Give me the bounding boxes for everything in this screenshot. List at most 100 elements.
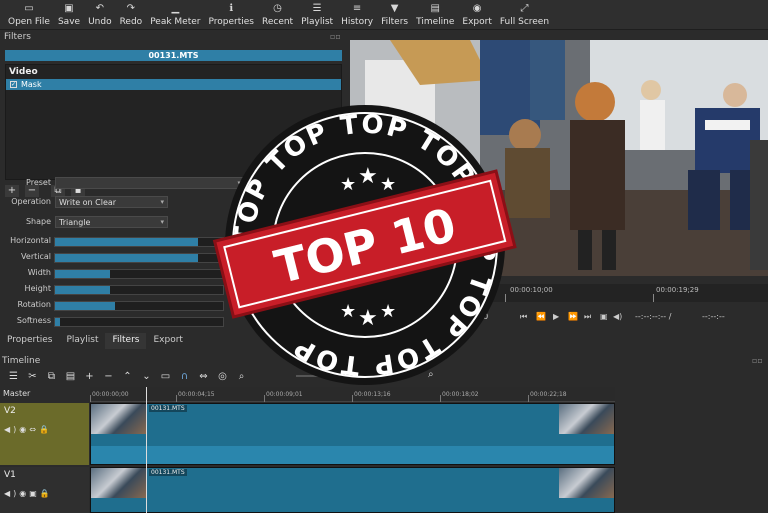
overwrite-icon[interactable]: ⌄: [137, 371, 156, 382]
save-icon: ▣: [64, 3, 74, 14]
star-icon: ★: [380, 174, 396, 195]
redo-button[interactable]: ↷ Redo: [116, 0, 147, 27]
checkbox-icon[interactable]: ✓: [10, 81, 17, 88]
dock-icon[interactable]: ▫▫: [330, 32, 341, 41]
slider-fill: [55, 318, 61, 326]
clip-thumbnail: [91, 404, 147, 434]
star-icon: ★: [340, 301, 356, 322]
lift-icon[interactable]: ⌃: [118, 371, 137, 382]
tab-export[interactable]: Export: [146, 333, 189, 349]
chevron-down-icon: ▾: [160, 218, 164, 226]
export-icon: ◉: [472, 3, 482, 14]
save-button[interactable]: ▣ Save: [54, 0, 84, 27]
toolbar-label: Filters: [381, 17, 409, 27]
properties-icon: ℹ: [229, 3, 234, 14]
peak-meter-icon: ▁: [171, 3, 180, 14]
toolbar-label: Export: [462, 17, 492, 27]
ruler-timecode: 00:00:22;18: [530, 391, 567, 398]
track-controls[interactable]: ◀)◉▣🔒: [4, 489, 53, 498]
peak-meter-button[interactable]: ▁ Peak Meter: [146, 0, 204, 27]
paste-icon[interactable]: ▤: [61, 371, 80, 382]
param-slider[interactable]: [54, 253, 224, 263]
filters-button[interactable]: ▼ Filters: [377, 0, 412, 27]
toolbar-label: History: [341, 17, 374, 27]
panel-tabs: Properties Playlist Filters Export: [0, 333, 190, 349]
track-header-v1[interactable]: V1 ◀)◉▣🔒: [0, 467, 89, 513]
fullscreen-icon: ⤢: [520, 3, 529, 14]
ruler-tick: [440, 395, 441, 402]
clip-thumbnail: [91, 468, 147, 498]
shape-label: Shape: [25, 217, 51, 226]
clip-label: 00131.MTS: [149, 469, 187, 476]
volume-icon[interactable]: ◀): [613, 312, 622, 321]
ruler-tick: [653, 294, 654, 302]
dock-icon[interactable]: ▫▫: [752, 356, 763, 365]
menu-icon[interactable]: ☰: [4, 371, 23, 382]
param-label: Width: [27, 268, 51, 277]
playlist-button[interactable]: ☰ Playlist: [297, 0, 337, 27]
star-icon: ★: [380, 301, 396, 322]
param-slider[interactable]: [54, 285, 224, 295]
time-display: --:--:--:-- /: [635, 312, 672, 321]
recent-icon: ◷: [273, 3, 282, 14]
tab-playlist[interactable]: Playlist: [59, 333, 105, 349]
history-button[interactable]: ≡ History: [337, 0, 377, 27]
clip-label: 00131.MTS: [149, 405, 187, 412]
toolbar-label: Open File: [8, 17, 50, 27]
param-slider[interactable]: [54, 301, 224, 311]
skip-next-icon[interactable]: ⏭: [584, 312, 591, 322]
filters-panel-title: Filters: [4, 32, 31, 42]
ruler-timecode: 00:00:18;02: [442, 391, 479, 398]
toolbar-label: Playlist: [301, 17, 334, 27]
toolbar-label: Redo: [119, 17, 143, 27]
track-header-v2[interactable]: V2 ◀)◉⇔🔒: [0, 403, 89, 465]
toolbar-label: Properties: [208, 17, 254, 27]
rewind-icon[interactable]: ⏪: [536, 312, 546, 321]
cut-icon[interactable]: ✂: [23, 371, 42, 382]
recent-button[interactable]: ◷ Recent: [258, 0, 297, 27]
append-icon[interactable]: +: [80, 371, 99, 382]
shape-combo[interactable]: Triangle ▾: [55, 216, 168, 228]
ruler-timecode: 00:00:13;16: [354, 391, 391, 398]
audio-waveform: [91, 446, 614, 464]
param-slider[interactable]: [54, 317, 224, 327]
toolbar-label: Undo: [88, 17, 112, 27]
remove-icon[interactable]: −: [99, 371, 118, 382]
copy-icon[interactable]: ⧉: [42, 371, 61, 382]
playhead[interactable]: [146, 387, 147, 513]
ruler-tick: [528, 395, 529, 402]
param-slider[interactable]: [54, 269, 224, 279]
clip-thumbnail: [559, 468, 614, 498]
fast-forward-icon[interactable]: ⏩: [568, 312, 578, 321]
tab-properties[interactable]: Properties: [0, 333, 59, 349]
play-icon[interactable]: ▶: [553, 312, 559, 321]
timeline-clip-v1[interactable]: 00131.MTS: [90, 467, 615, 513]
ruler-timecode: 00:00:04;15: [178, 391, 215, 398]
toolbar-label: Peak Meter: [150, 17, 201, 27]
timeline-clip-v2[interactable]: 00131.MTS: [90, 403, 615, 465]
ruler-tick: [352, 395, 353, 402]
param-label: Height: [24, 284, 51, 293]
undo-button[interactable]: ↶ Undo: [84, 0, 116, 27]
properties-button[interactable]: ℹ Properties: [205, 0, 258, 27]
ruler-tick: [176, 395, 177, 402]
slider-fill: [55, 302, 116, 310]
track-controls[interactable]: ◀)◉⇔🔒: [4, 425, 52, 434]
timeline-button[interactable]: ▤ Timeline: [412, 0, 458, 27]
grid-icon[interactable]: ▣: [600, 312, 608, 321]
open-file-button[interactable]: ▭ Open File: [4, 0, 54, 27]
filter-item-mask[interactable]: ✓ Mask: [6, 79, 341, 90]
full-screen-button[interactable]: ⤢ Full Screen: [496, 0, 553, 27]
playlist-icon: ☰: [312, 3, 322, 14]
param-label: Softness: [16, 316, 51, 325]
filter-section-video: Video: [9, 67, 38, 77]
param-slider[interactable]: [54, 237, 224, 247]
tab-filters[interactable]: Filters: [105, 333, 147, 349]
star-icon: ★: [358, 164, 378, 189]
snap-icon[interactable]: ∩: [175, 371, 194, 382]
split-icon[interactable]: ▭: [156, 371, 175, 382]
operation-combo[interactable]: Write on Clear ▾: [55, 196, 168, 208]
export-button[interactable]: ◉ Export: [458, 0, 495, 27]
folder-open-icon: ▭: [24, 3, 34, 14]
top-10-badge: TOP TOP TOP TOP TOP TOP TOP TOP ★ ★ ★ ★ …: [212, 105, 517, 385]
